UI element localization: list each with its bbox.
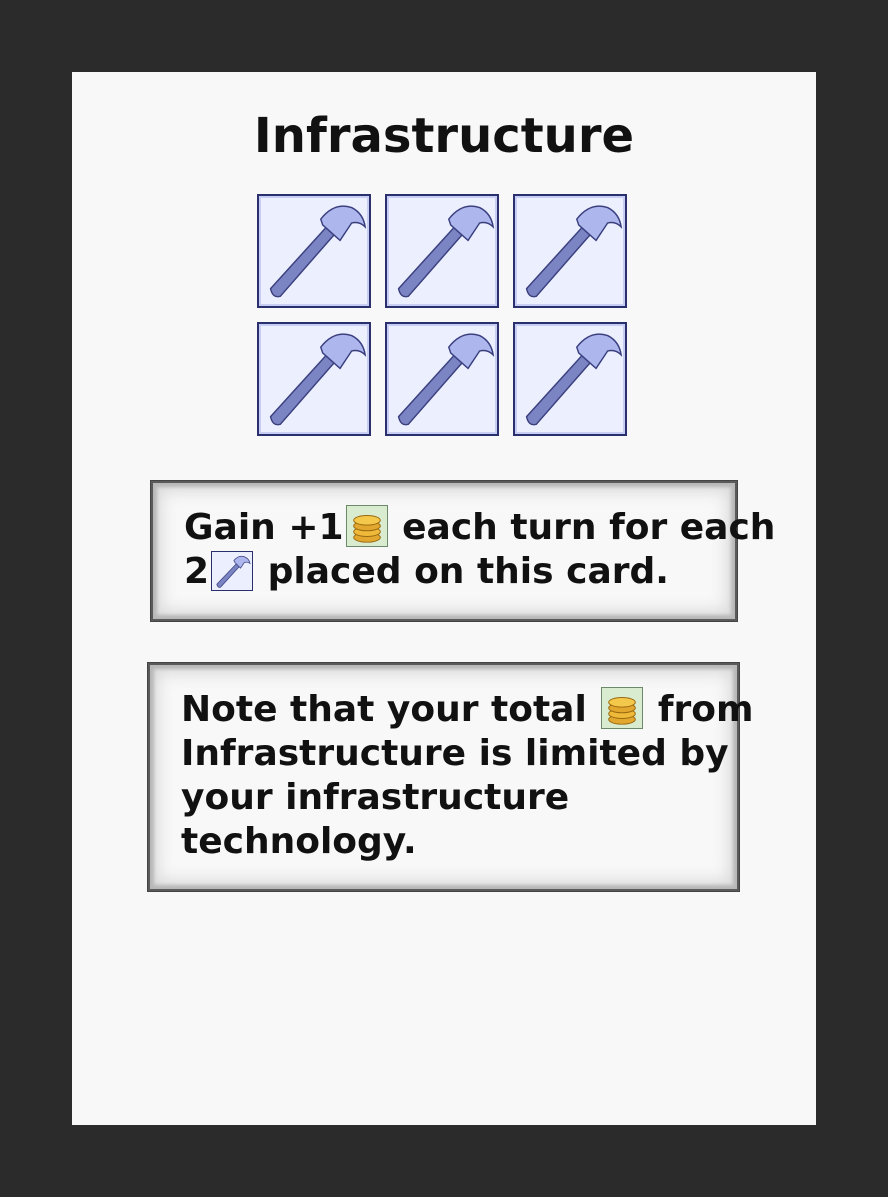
note-line-1: Note that your total from [181, 687, 754, 732]
hammer-icon [269, 333, 367, 426]
note-line-4: technology. [181, 821, 417, 862]
hammer-slot[interactable] [385, 194, 499, 308]
hammer-icon [211, 551, 254, 591]
coin-icon [345, 505, 388, 547]
ability-count-text: 2 [184, 551, 210, 592]
hammer-icon [525, 333, 623, 426]
card-title: Infrastructure [253, 108, 635, 164]
hammer-slot[interactable] [513, 322, 627, 436]
note-line-3: your infrastructure [181, 777, 570, 818]
game-card: Infrastructure Gain +1 each turn for eac… [72, 72, 816, 1125]
ability-line-2: 2 placed on this card. [184, 550, 717, 594]
hammer-slot[interactable] [257, 194, 371, 308]
hammer-icon [397, 333, 495, 426]
note-text: Note that your total [181, 689, 587, 730]
note-from-text: from [657, 689, 754, 730]
hammer-slot[interactable] [257, 322, 371, 436]
hammer-slot-grid [257, 194, 631, 440]
ability-placed-text: placed on this card. [267, 551, 669, 592]
ability-line-1: Gain +1 each turn for each [184, 505, 775, 550]
hammer-icon [397, 205, 495, 298]
note-line-2: Infrastructure is limited by [181, 733, 729, 774]
coin-icon [601, 687, 644, 729]
hammer-icon [525, 205, 623, 298]
hammer-slot[interactable] [513, 194, 627, 308]
ability-gain-text: Gain +1 [184, 507, 344, 548]
ability-panel: Gain +1 each turn for each 2 placed on t… [150, 480, 775, 622]
hammer-slot[interactable] [385, 322, 499, 436]
hammer-icon [269, 205, 367, 298]
note-panel: Note that your total from Infrastructure… [147, 662, 754, 892]
ability-each-turn-text: each turn for each [402, 507, 776, 548]
